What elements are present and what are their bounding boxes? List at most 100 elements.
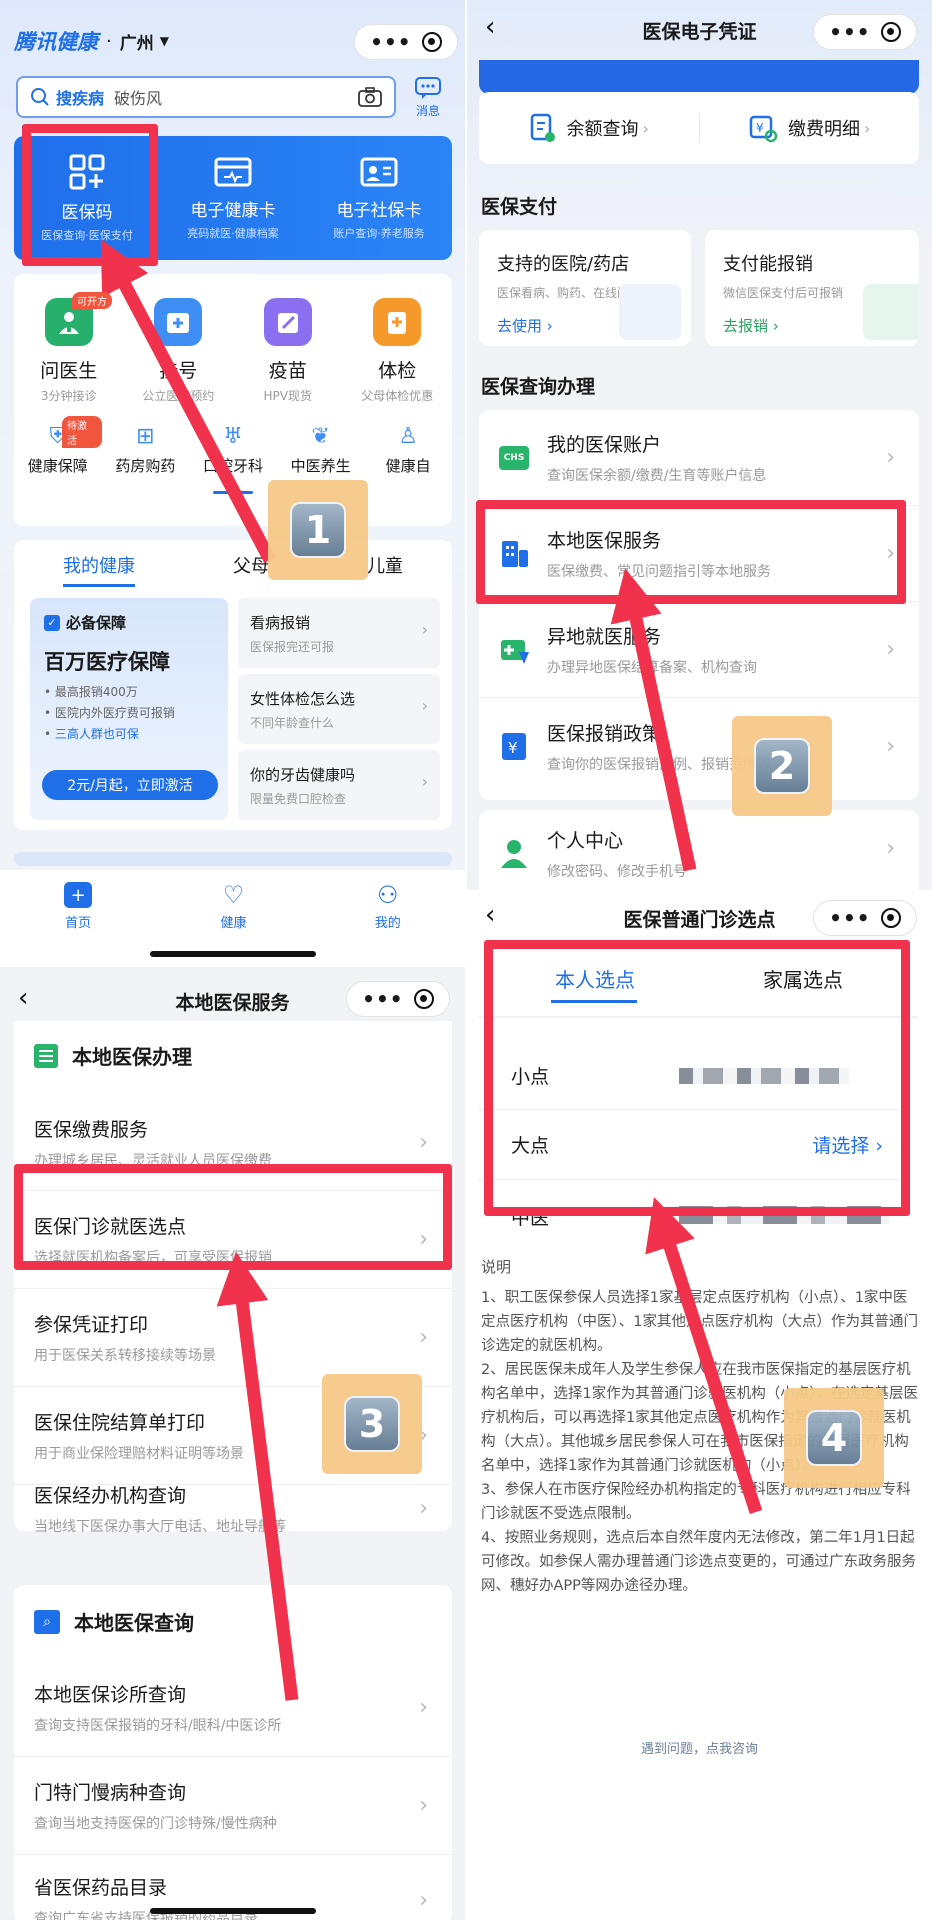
pay-card-supported[interactable]: 支持的医院/药店 医保看病、购药、在线问诊 去使用 › bbox=[479, 230, 691, 346]
contact-link[interactable]: 遇到问题，点我咨询 bbox=[467, 1738, 932, 1757]
item-sub: 用于医保关系转移接续等场景 bbox=[34, 1348, 216, 1364]
pay-card-reimburse[interactable]: 支付能报销 微信医保支付后可报销 去报销 › bbox=[705, 230, 919, 346]
mini-program-capsule[interactable]: ••• bbox=[813, 14, 917, 50]
search-bar[interactable]: 搜疾病 破伤风 bbox=[16, 76, 396, 118]
service-title: 电子社保卡 bbox=[336, 200, 422, 221]
list-item-local-service[interactable]: 本地医保服务 医保缴费、常见问题指引等本地服务 › bbox=[479, 506, 919, 602]
panel-divider bbox=[0, 965, 465, 967]
small-item-health-self[interactable]: ♙ 健康自 bbox=[364, 424, 452, 476]
row-small-point[interactable]: 小点 bbox=[479, 1042, 899, 1110]
list-item[interactable]: 你的牙齿健康吗 限量免费口腔检查 › bbox=[238, 750, 440, 820]
list-title: 你的牙齿健康吗 bbox=[250, 766, 356, 784]
small-item-pharmacy[interactable]: ⊞ 药房购药 bbox=[102, 424, 190, 476]
list-item[interactable]: 医保经办机构查询 当地线下医保办事大厅电话、地址导航等 › bbox=[14, 1467, 452, 1549]
small-item-tcm[interactable]: ❦ 中医养生 bbox=[277, 424, 365, 476]
person-icon: ♙ bbox=[398, 424, 419, 449]
payment-detail-button[interactable]: ¥ 缴费明细 › bbox=[700, 113, 920, 143]
item-title: 本地医保服务 bbox=[547, 530, 662, 552]
checkup-icon bbox=[373, 298, 422, 346]
small-item-health-protection[interactable]: 待激活 ⛨ 健康保障 bbox=[14, 416, 102, 476]
list-item[interactable]: 参保凭证打印 用于医保关系转移接续等场景 › bbox=[14, 1289, 452, 1387]
mini-program-capsule[interactable]: ••• bbox=[346, 981, 450, 1017]
nav-mine[interactable]: ⚇ 我的 bbox=[375, 882, 401, 965]
item-sub: 办理异地医保结算备案、机构查询 bbox=[547, 660, 757, 676]
top-services: 医保码 医保查询·医保支付 电子健康卡 亮码就医·健康档案 电子社保卡 账户查询… bbox=[14, 136, 452, 260]
quick-label: 余额查询 bbox=[566, 119, 639, 140]
tab-my-health[interactable]: 我的健康 bbox=[63, 552, 135, 587]
messages-button[interactable]: 消息 bbox=[414, 76, 442, 119]
payment-detail-icon: ¥ bbox=[749, 115, 778, 143]
section-header: 本地医保办理 bbox=[34, 1041, 192, 1070]
tab-children[interactable]: 儿童 bbox=[367, 552, 403, 587]
mini-program-capsule[interactable]: ••• bbox=[813, 900, 917, 936]
pay-card-title: 支付能报销 bbox=[723, 254, 813, 275]
grid-checkup[interactable]: 体检 父母体检优惠 bbox=[343, 284, 453, 404]
panel-tencent-health-home: 腾讯健康 · 广州 ▼ ••• 搜疾病 破伤风 消息 医保码 医保查询·医保支付… bbox=[0, 0, 465, 965]
select-value[interactable]: 请选择 › bbox=[812, 1131, 883, 1158]
chevron-right-icon: › bbox=[421, 620, 428, 639]
camera-icon[interactable] bbox=[358, 87, 382, 107]
back-icon[interactable]: ‹ bbox=[18, 985, 28, 1011]
blurred-value bbox=[679, 1206, 889, 1224]
grid-title: 问医生 bbox=[40, 360, 98, 382]
item-sub: 办理城乡居民、灵活就业人员医保缴费 bbox=[34, 1153, 272, 1169]
blurred-value bbox=[679, 1068, 849, 1084]
service-social-security-card[interactable]: 电子社保卡 账户查询·养老服务 bbox=[306, 136, 452, 260]
grid-sub: 3分钟接诊 bbox=[40, 389, 97, 403]
grid-ask-doctor[interactable]: 可开方 问医生 3分钟接诊 bbox=[14, 284, 124, 404]
close-mini-program-icon[interactable] bbox=[880, 22, 901, 42]
chevron-right-icon: › bbox=[864, 118, 871, 138]
small-item-dental[interactable]: ♅ 口腔牙科 bbox=[189, 424, 277, 494]
pay-card-title: 支持的医院/药店 bbox=[497, 254, 630, 275]
home-indicator bbox=[150, 951, 316, 957]
row-large-point[interactable]: 大点 请选择 › bbox=[479, 1110, 899, 1180]
list-item-reimbursement-policy[interactable]: ¥ 医保报销政策 查询你的医保报销比例、报销范围等 › bbox=[479, 698, 919, 794]
list-item-remote-service[interactable]: 异地就医服务 办理异地医保结算备案、机构查询 › bbox=[479, 602, 919, 698]
mini-program-capsule[interactable]: ••• bbox=[354, 24, 458, 60]
list-item-personal-center[interactable]: 个人中心 修改密码、修改手机号 › bbox=[479, 810, 919, 890]
list-item[interactable]: 看病报销 医保报完还可报 › bbox=[238, 598, 440, 668]
screenshot-collage: 腾讯健康 · 广州 ▼ ••• 搜疾病 破伤风 消息 医保码 医保查询·医保支付… bbox=[0, 0, 932, 1920]
list-item[interactable]: 女性体检怎么选 不同年龄查什么 › bbox=[238, 674, 440, 744]
promo-cta-button[interactable]: 2元/月起，立即激活 bbox=[42, 770, 218, 800]
personal-center-card: 个人中心 修改密码、修改手机号 › bbox=[479, 810, 919, 890]
note-paragraph: 4、按照业务规则，选点后本自然年度内无法修改，第二年1月1日起可修改。如参保人需… bbox=[481, 1530, 916, 1594]
balance-query-button[interactable]: 余额查询 › bbox=[479, 112, 699, 144]
list-item-my-account[interactable]: CHS 我的医保账户 查询医保余额/缴费/生育等账户信息 › bbox=[479, 410, 919, 506]
item-title: 医保门诊就医选点 bbox=[34, 1216, 187, 1238]
close-mini-program-icon[interactable] bbox=[421, 32, 442, 52]
list-item[interactable]: 本地医保诊所查询 查询支持医保报销的牙科/眼科/中医诊所 › bbox=[14, 1659, 452, 1757]
grid-sub: 公立医院预约 bbox=[142, 389, 215, 403]
city-selector[interactable]: 广州 bbox=[120, 29, 154, 54]
close-mini-program-icon[interactable] bbox=[413, 989, 434, 1009]
chevron-right-icon: › bbox=[886, 541, 895, 566]
service-medical-insurance-code[interactable]: 医保码 医保查询·医保支付 bbox=[14, 136, 160, 260]
back-icon[interactable]: ‹ bbox=[485, 14, 495, 40]
row-tcm-point[interactable]: 中医 bbox=[479, 1180, 899, 1252]
next-card-peek bbox=[14, 852, 452, 866]
chevron-right-icon: › bbox=[886, 836, 895, 861]
item-title: 医保经办机构查询 bbox=[34, 1484, 187, 1507]
list-item[interactable]: 门特门慢病种查询 查询当地支持医保的门诊特殊/慢性病种 › bbox=[14, 1757, 452, 1855]
chevron-right-icon: › bbox=[419, 1793, 428, 1818]
brand-logo: 腾讯健康 bbox=[14, 30, 98, 54]
list-item-outpatient-selection[interactable]: 医保门诊就医选点 选择就医机构备案后，可享受医保报销 › bbox=[14, 1191, 452, 1289]
tab-parents[interactable]: 父母 bbox=[233, 552, 269, 587]
caret-down-icon[interactable]: ▼ bbox=[160, 34, 169, 48]
more-icon[interactable]: ••• bbox=[829, 908, 870, 928]
nav-home[interactable]: + 首页 bbox=[64, 882, 93, 965]
insurance-promo[interactable]: ✓ 必备保障 百万医疗保障 • 最高报销400万 • 医院内外医疗费可报销 • … bbox=[30, 598, 228, 820]
list-item[interactable]: 医保缴费服务 办理城乡居民、灵活就业人员医保缴费 › bbox=[14, 1095, 452, 1191]
search-keyword: 搜疾病 bbox=[56, 89, 105, 108]
more-icon[interactable]: ••• bbox=[362, 989, 403, 1009]
grid-title: 体检 bbox=[378, 360, 417, 382]
more-icon[interactable]: ••• bbox=[370, 32, 411, 52]
tab-family-selection[interactable]: 家属选点 bbox=[699, 964, 907, 993]
grid-registration[interactable]: 挂号 公立医院预约 bbox=[124, 284, 234, 404]
tab-self-selection[interactable]: 本人选点 bbox=[491, 964, 699, 1003]
back-icon[interactable]: ‹ bbox=[485, 902, 495, 928]
more-icon[interactable]: ••• bbox=[829, 22, 870, 42]
close-mini-program-icon[interactable] bbox=[880, 908, 901, 928]
service-health-card[interactable]: 电子健康卡 亮码就医·健康档案 bbox=[160, 136, 306, 260]
grid-vaccine[interactable]: 疫苗 HPV现货 bbox=[233, 284, 343, 404]
